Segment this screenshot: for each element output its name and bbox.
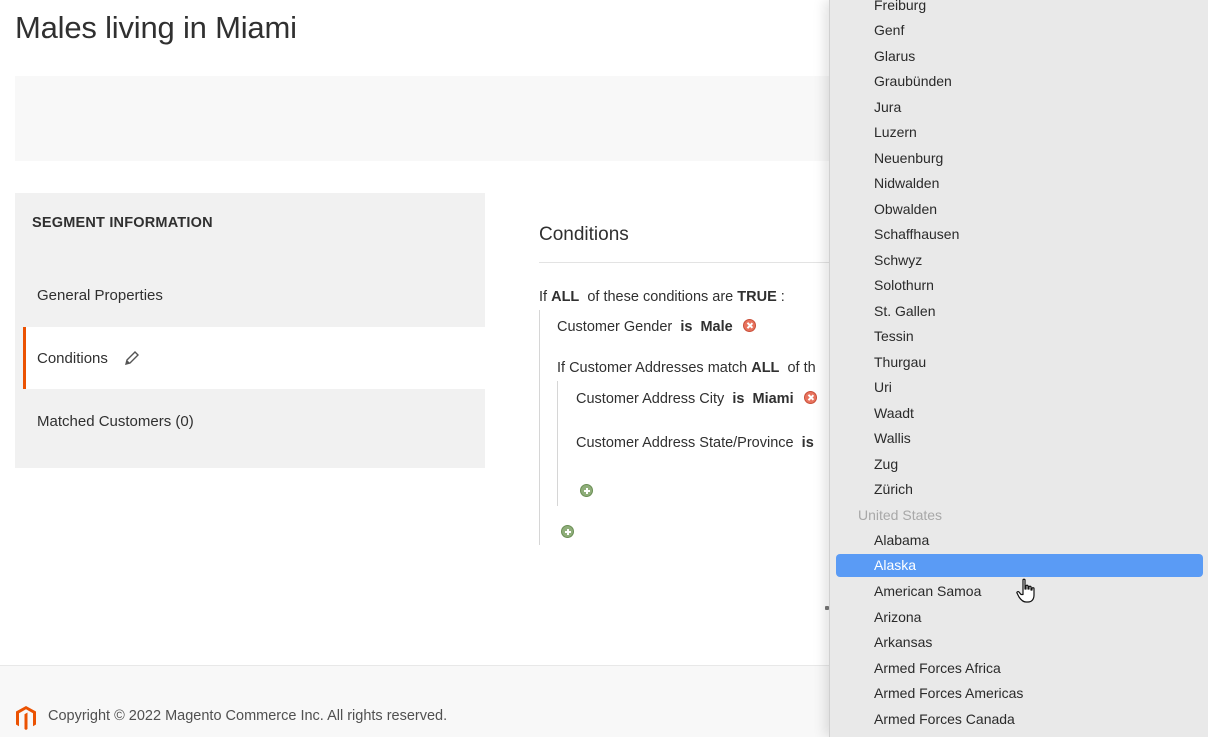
- dropdown-option[interactable]: Wallis: [836, 427, 1203, 450]
- dropdown-group-label: United States: [858, 507, 943, 523]
- aggregator-link[interactable]: ALL: [751, 360, 779, 376]
- rule-tree-line: [557, 381, 558, 506]
- dropdown-option[interactable]: St. Gallen: [836, 300, 1203, 323]
- dropdown-option[interactable]: Zug: [836, 453, 1203, 476]
- dropdown-option[interactable]: Nidwalden: [836, 172, 1203, 195]
- dropdown-option[interactable]: Schwyz: [836, 249, 1203, 272]
- dropdown-option[interactable]: Zürich: [836, 478, 1203, 501]
- gender-condition: Customer Gender is Male: [557, 319, 756, 335]
- remove-icon[interactable]: [803, 391, 817, 404]
- tab-conditions[interactable]: Conditions: [23, 327, 485, 389]
- city-condition: Customer Address City is Miami: [576, 391, 817, 407]
- dropdown-option[interactable]: Glarus: [836, 45, 1203, 68]
- tab-label: Conditions: [37, 349, 108, 367]
- tab-matched-customers[interactable]: Matched Customers (0): [23, 390, 485, 452]
- dropdown-option[interactable]: Arizona: [836, 606, 1203, 629]
- state-condition: Customer Address State/Province is: [576, 435, 814, 451]
- dropdown-option[interactable]: Thurgau: [836, 351, 1203, 374]
- dropdown-option[interactable]: Tessin: [836, 325, 1203, 348]
- operator-link[interactable]: is: [802, 435, 814, 451]
- conditions-panel: Conditions: [539, 224, 839, 258]
- dropdown-option[interactable]: Alabama: [836, 529, 1203, 552]
- dropdown-option[interactable]: Waadt: [836, 402, 1203, 425]
- tab-general-properties[interactable]: General Properties: [23, 264, 485, 326]
- segment-tabs-panel: SEGMENT INFORMATION General Properties C…: [15, 193, 485, 468]
- conditions-title: Conditions: [539, 224, 629, 245]
- copyright-text: Copyright © 2022 Magento Commerce Inc. A…: [48, 708, 448, 724]
- divider: [539, 262, 839, 263]
- tab-label: General Properties: [37, 286, 163, 304]
- hand-cursor-icon: [1016, 578, 1035, 603]
- rule-tree-line: [539, 310, 540, 545]
- remove-icon[interactable]: [742, 319, 756, 332]
- dropdown-option[interactable]: Schaffhausen: [836, 223, 1203, 246]
- dropdown-option[interactable]: Freiburg: [836, 0, 1203, 17]
- dropdown-option[interactable]: Armed Forces Americas: [836, 682, 1203, 705]
- dropdown-option[interactable]: Graubünden: [836, 70, 1203, 93]
- dropdown-option[interactable]: Solothurn: [836, 274, 1203, 297]
- dropdown-option[interactable]: Armed Forces Canada: [836, 708, 1203, 731]
- dropdown-option[interactable]: Armed Forces Africa: [836, 657, 1203, 680]
- page-title: Males living in Miami: [15, 10, 297, 45]
- dropdown-option-selected[interactable]: Alaska: [836, 554, 1203, 577]
- dropdown-option[interactable]: Uri: [836, 376, 1203, 399]
- aggregator-link[interactable]: ALL: [551, 289, 579, 305]
- operator-link[interactable]: is: [732, 391, 744, 407]
- dropdown-option[interactable]: Neuenburg: [836, 147, 1203, 170]
- dropdown-option[interactable]: Jura: [836, 96, 1203, 119]
- segment-information-title: SEGMENT INFORMATION: [32, 215, 213, 231]
- pencil-icon: [124, 351, 139, 365]
- dropdown-option[interactable]: Genf: [836, 19, 1203, 42]
- address-group-condition: If Customer Addresses match ALL of th: [557, 360, 816, 376]
- state-province-dropdown[interactable]: Freiburg Genf Glarus Graubünden Jura Luz…: [829, 0, 1208, 737]
- value-link[interactable]: TRUE: [737, 289, 776, 305]
- page-actions-bar: [15, 76, 845, 161]
- add-condition-icon[interactable]: [561, 525, 574, 538]
- value-link[interactable]: Male: [700, 319, 732, 335]
- dropdown-option[interactable]: Obwalden: [836, 198, 1203, 221]
- dropdown-option[interactable]: Luzern: [836, 121, 1203, 144]
- dropdown-option[interactable]: Arkansas: [836, 631, 1203, 654]
- add-condition-icon[interactable]: [580, 484, 593, 497]
- footer: Copyright © 2022 Magento Commerce Inc. A…: [0, 665, 830, 737]
- magento-logo-icon: [16, 706, 36, 730]
- value-link[interactable]: Miami: [753, 391, 794, 407]
- root-condition: If ALL of these conditions are TRUE :: [539, 289, 785, 305]
- operator-link[interactable]: is: [680, 319, 692, 335]
- tab-label: Matched Customers (0): [37, 412, 194, 430]
